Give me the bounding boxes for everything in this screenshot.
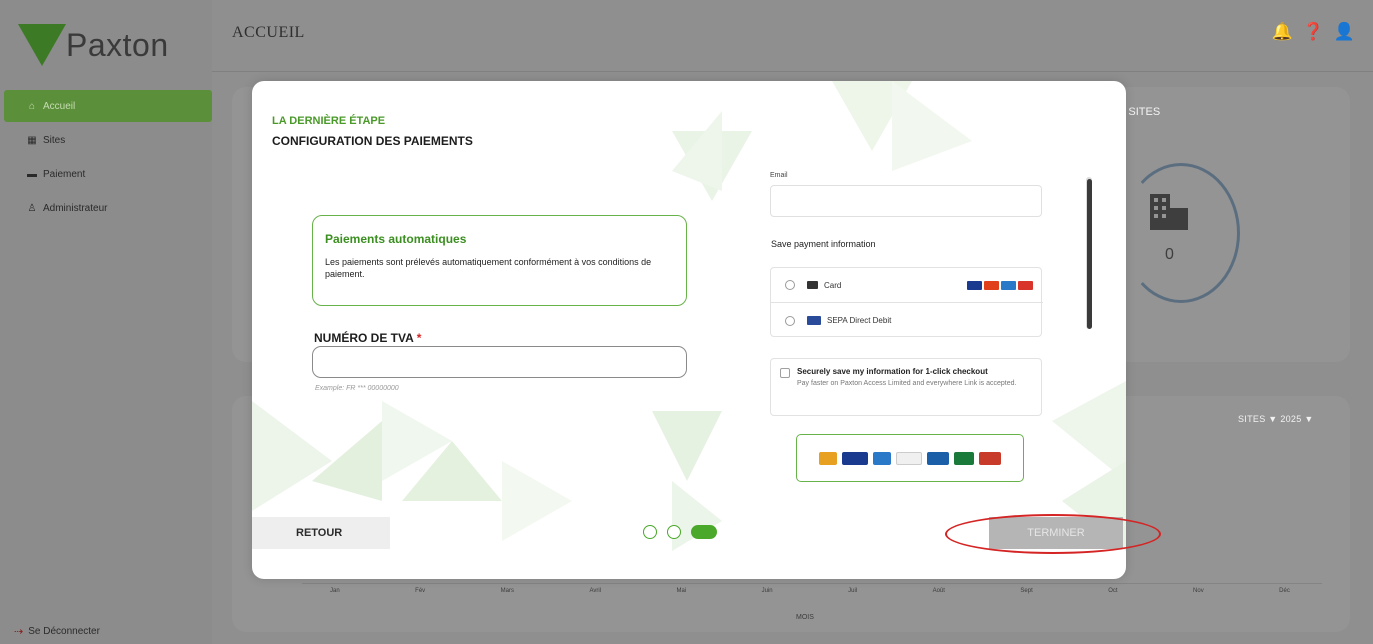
month-label: Jan <box>330 588 340 594</box>
card-radio[interactable] <box>785 280 795 290</box>
sidebar-item-accueil[interactable]: ⌂ Accueil <box>4 90 212 122</box>
step-indicator <box>643 525 717 539</box>
month-label: Sept <box>1020 588 1033 594</box>
logout-icon: ⇢ <box>14 626 24 638</box>
annotation-highlight <box>945 514 1161 554</box>
link-description: Pay faster on Paxton Access Limited and … <box>797 380 1017 387</box>
month-label: Déc <box>1279 588 1290 594</box>
link-save-option[interactable]: Securely save my information for 1-click… <box>770 358 1042 416</box>
sidebar-item-label: Administrateur <box>43 202 108 214</box>
modal-title: CONFIGURATION DES PAIEMENTS <box>272 134 473 148</box>
sidebar-item-sites[interactable]: ▦ Sites <box>0 124 212 156</box>
step-dot-active <box>691 525 717 539</box>
month-label: Juil <box>848 588 858 594</box>
link-title: Securely save my information for 1-click… <box>797 367 988 376</box>
building-icon: ▦ <box>27 134 37 146</box>
user-icon[interactable]: 👤 <box>1334 22 1355 42</box>
auto-payment-description: Les paiements sont prélevés automatiquem… <box>325 257 652 279</box>
step-dot <box>643 525 657 539</box>
amex-icon <box>873 451 891 465</box>
card-brand-icons <box>967 281 1033 290</box>
mastercard-icon <box>984 281 999 290</box>
month-labels: Jan Fév Mars Avril Mai Juin Juil Août Se… <box>330 588 1330 594</box>
payment-option-card[interactable]: Card <box>771 268 1043 303</box>
auto-payment-card[interactable]: Paiements automatiques Les paiements son… <box>312 215 687 306</box>
mastercard-icon <box>819 451 837 465</box>
amex-icon <box>1001 281 1016 290</box>
sites-donut <box>1122 163 1240 303</box>
help-icon[interactable]: ❓ <box>1303 22 1324 42</box>
month-label: Fév <box>415 588 426 594</box>
jcb-icon <box>1018 281 1033 290</box>
payment-option-sepa[interactable]: SEPA Direct Debit <box>771 303 1043 338</box>
vat-number-input[interactable] <box>312 346 687 378</box>
link-checkbox[interactable] <box>780 368 790 378</box>
sepa-icon <box>807 316 821 325</box>
stripe-payment-element: Email Save payment information Card SEPA… <box>760 169 1100 425</box>
sepa-radio[interactable] <box>785 315 795 326</box>
email-label: Email <box>770 172 788 179</box>
step-label: LA DERNIÈRE ÉTAPE <box>272 115 386 127</box>
sidebar-nav: ⌂ Accueil ▦ Sites ▬ Paiement ♙ Administr… <box>0 90 212 226</box>
logout-link[interactable]: ⇢ Se Déconnecter <box>14 625 100 638</box>
diners-icon <box>927 451 949 465</box>
month-label: Nov <box>1193 588 1204 594</box>
payment-method-options: Card SEPA Direct Debit <box>770 267 1043 338</box>
bell-icon[interactable]: 🔔 <box>1271 22 1292 42</box>
user-icon: ♙ <box>27 202 37 214</box>
header-icons: 🔔 ❓ 👤 <box>1271 22 1355 42</box>
payment-card-icon: ▬ <box>27 168 37 180</box>
home-icon: ⌂ <box>28 100 36 112</box>
discover-icon <box>896 451 922 465</box>
chart-axis <box>302 583 1322 584</box>
vat-hint: Example: FR *** 00000000 <box>315 385 399 392</box>
brand-name: Paxton <box>66 26 169 63</box>
email-field[interactable] <box>770 185 1042 217</box>
card-icon <box>807 281 818 289</box>
building-icon <box>1150 194 1188 230</box>
sidebar-item-administrateur[interactable]: ♙ Administrateur <box>0 192 212 224</box>
back-button[interactable]: RETOUR <box>252 517 390 549</box>
vat-label: NUMÉRO DE TVA * <box>314 331 421 345</box>
month-label: Août <box>932 588 945 594</box>
card-option-label: Card <box>824 280 842 290</box>
month-label: Oct <box>1108 588 1118 594</box>
accepted-cards-banner <box>796 434 1024 482</box>
top-bar: ACCUEIL 🔔 ❓ 👤 <box>212 0 1373 72</box>
paxton-logo[interactable]: Paxton <box>18 20 169 70</box>
auto-payment-title: Paiements automatiques <box>325 232 467 246</box>
logout-label: Se Déconnecter <box>28 626 100 637</box>
sidebar-item-label: Paiement <box>43 168 86 180</box>
save-payment-title: Save payment information <box>771 239 876 249</box>
stripe-scrollbar-thumb[interactable] <box>1087 179 1092 329</box>
chart-filter[interactable]: SITES ▼ 2025 ▼ <box>1238 414 1314 424</box>
month-label: Mai <box>676 588 687 594</box>
step-dot <box>667 525 681 539</box>
x-axis-label: MOIS <box>796 614 814 621</box>
sidebar-item-label: Accueil <box>43 100 76 112</box>
sidebar-item-paiement[interactable]: ▬ Paiement <box>0 158 212 190</box>
sidebar: Paxton ⌂ Accueil ▦ Sites ▬ Paiement ♙ Ad… <box>0 0 212 644</box>
visa-icon <box>842 451 868 465</box>
visa-icon <box>967 281 982 290</box>
payment-setup-modal: LA DERNIÈRE ÉTAPE CONFIGURATION DES PAIE… <box>252 81 1126 579</box>
required-marker: * <box>416 331 422 345</box>
sites-count: 0 <box>1165 246 1174 263</box>
unionpay-icon <box>979 451 1001 465</box>
sepa-option-label: SEPA Direct Debit <box>827 316 892 325</box>
paxton-logo-icon <box>18 24 66 66</box>
month-label: Mars <box>500 588 514 594</box>
vat-label-text: NUMÉRO DE TVA <box>314 331 414 345</box>
month-label: Avril <box>589 588 602 594</box>
sidebar-item-label: Sites <box>43 134 66 146</box>
page-title: ACCUEIL <box>232 24 305 41</box>
jcb-icon <box>954 451 974 465</box>
month-label: Juin <box>761 588 773 594</box>
